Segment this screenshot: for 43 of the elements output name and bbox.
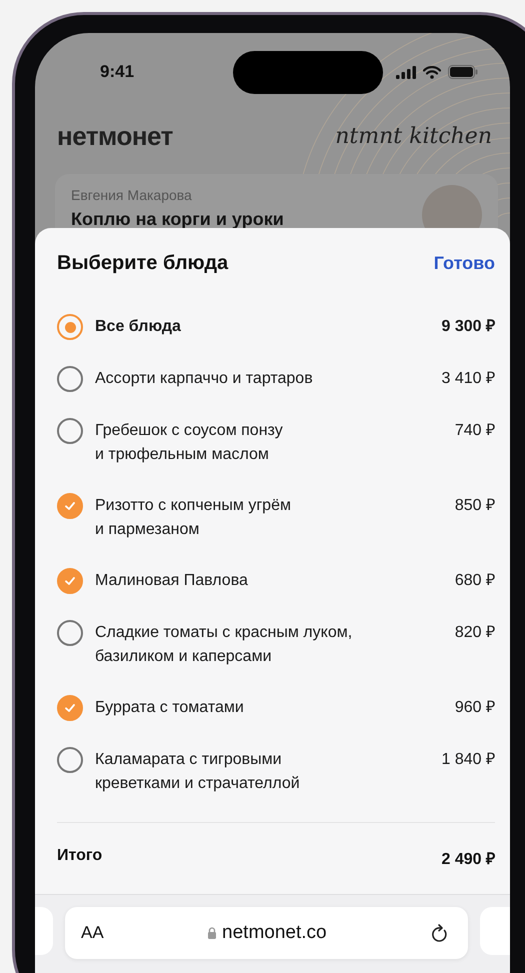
checkbox[interactable] xyxy=(57,418,83,444)
signal-icon xyxy=(396,66,416,78)
dish-price: 740 ₽ xyxy=(454,421,495,441)
address-bar[interactable]: AA netmonet.co xyxy=(65,907,468,959)
dish-price: 850 ₽ xyxy=(454,496,495,516)
checkbox[interactable] xyxy=(57,568,83,594)
dish-name: Ассорти карпаччо и тартаров xyxy=(95,369,314,389)
dish-name: Все блюда xyxy=(95,317,182,337)
dish-price: 680 ₽ xyxy=(454,571,495,591)
dish-price: 9 300 ₽ xyxy=(442,317,495,337)
total-value: 2 490 ₽ xyxy=(442,850,495,869)
author-name: Евгения Макарова xyxy=(71,187,193,203)
wifi-icon xyxy=(423,66,441,78)
lock-icon xyxy=(207,927,218,939)
checkbox[interactable] xyxy=(57,620,83,646)
checkmark-icon xyxy=(63,499,77,513)
dish-name: Каламарата с тигровыми креветками и страчателлой xyxy=(95,750,301,794)
total-label: Итого xyxy=(57,847,102,865)
text-size-button[interactable]: AA xyxy=(81,923,104,943)
checkbox[interactable] xyxy=(57,747,83,773)
checkbox[interactable] xyxy=(57,695,83,721)
checkmark-icon xyxy=(63,574,77,588)
sheet-title: Выберите блюда xyxy=(57,252,228,275)
dish-price: 820 ₽ xyxy=(454,623,495,643)
dish-name: Сладкие томаты с красным луком, базиликом и каперсами xyxy=(95,623,354,667)
dish-price: 960 ₽ xyxy=(454,698,495,718)
checkbox[interactable] xyxy=(57,493,83,519)
goal-title: Коплю на корги и уроки xyxy=(71,209,284,230)
dish-price: 1 840 ₽ xyxy=(442,750,495,770)
dish-name: Ризотто с копченым угрём и пармезаном xyxy=(95,496,292,540)
radio-button[interactable] xyxy=(57,314,83,340)
dish-name: Буррата с томатами xyxy=(95,698,245,718)
dish-price: 3 410 ₽ xyxy=(442,369,495,389)
done-button[interactable]: Готово xyxy=(434,253,495,274)
dish-name: Малиновая Павлова xyxy=(95,571,249,591)
checkmark-icon xyxy=(63,701,77,715)
url-text: netmonet.co xyxy=(222,922,327,944)
checkbox[interactable] xyxy=(57,366,83,392)
status-time: 9:41 xyxy=(100,62,136,82)
dish-name: Гребешок с соусом понзу и трюфельным маслом xyxy=(95,421,284,465)
battery-icon xyxy=(448,65,478,79)
brand-logo: нетмонет xyxy=(57,121,173,152)
kitchen-tagline: ntmnt kitchen xyxy=(335,124,492,149)
